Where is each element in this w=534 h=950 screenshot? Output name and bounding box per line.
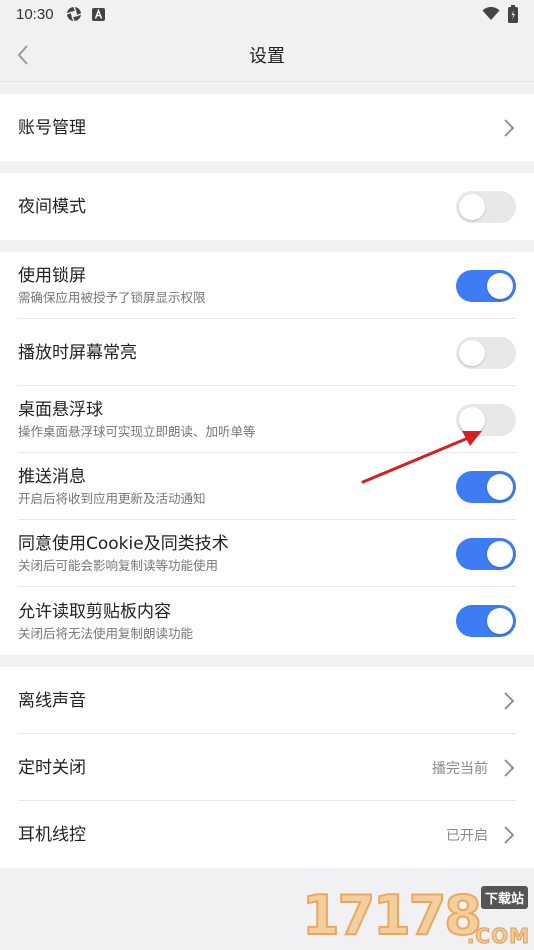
cookie-consent-row: 同意使用Cookie及同类技术 关闭后可能会影响复制读等功能使用	[0, 520, 534, 587]
playback-settings-group: 使用锁屏 需确保应用被授予了锁屏显示权限 播放时屏幕常亮 桌面悬浮球 操作桌面悬…	[0, 252, 534, 655]
aperture-icon	[66, 6, 81, 22]
row-description: 操作桌面悬浮球可实现立即朗读、加听单等	[18, 424, 256, 439]
night-mode-row: 夜间模式	[0, 173, 534, 240]
row-label: 同意使用Cookie及同类技术	[18, 534, 229, 554]
status-bar: 10:30	[0, 0, 534, 28]
toggle-knob	[459, 339, 485, 366]
row-label: 定时关闭	[18, 757, 86, 778]
row-label: 推送消息	[18, 467, 86, 487]
night-mode-toggle[interactable]	[456, 190, 516, 223]
back-arrow-icon[interactable]	[12, 42, 36, 68]
site-watermark: 17178 下载站 .COM	[301, 883, 530, 949]
cookie-consent-toggle[interactable]	[456, 537, 516, 570]
toggle-knob	[459, 406, 485, 433]
row-description: 需确保应用被授予了锁屏显示权限	[18, 290, 206, 305]
battery-icon	[508, 5, 518, 23]
sleep-timer-value: 播完当前	[432, 760, 488, 777]
toggle-knob	[487, 540, 513, 567]
account-management-row[interactable]: 账号管理	[0, 94, 534, 161]
night-mode-group: 夜间模式	[0, 173, 534, 240]
row-description: 关闭后将无法使用复制朗读功能	[18, 625, 194, 641]
row-label: 账号管理	[18, 117, 86, 138]
status-time: 10:30	[16, 5, 54, 23]
chevron-right-icon	[504, 118, 515, 137]
chevron-right-icon	[504, 691, 515, 710]
row-label: 离线声音	[18, 690, 86, 711]
push-notifications-row: 推送消息 开启后将收到应用更新及活动通知	[0, 453, 534, 520]
headset-control-row[interactable]: 耳机线控 已开启	[0, 801, 534, 868]
toggle-knob	[487, 608, 513, 634]
account-group: 账号管理	[0, 94, 534, 161]
clipboard-access-toggle[interactable]	[456, 605, 516, 637]
toggle-knob	[487, 473, 513, 500]
row-description: 关闭后可能会影响复制读等功能使用	[18, 558, 219, 573]
screen-always-on-row: 播放时屏幕常亮	[0, 319, 534, 386]
floating-ball-row: 桌面悬浮球 操作桌面悬浮球可实现立即朗读、加听单等	[0, 386, 534, 453]
chevron-right-icon	[504, 825, 515, 844]
watermark-domain: .COM	[466, 924, 530, 949]
row-label: 使用锁屏	[18, 266, 86, 286]
sleep-timer-row[interactable]: 定时关闭 播完当前	[0, 734, 534, 801]
a-square-icon	[91, 7, 105, 21]
chevron-right-icon	[504, 758, 515, 777]
offline-voice-row[interactable]: 离线声音	[0, 667, 534, 734]
toggle-knob	[459, 193, 485, 220]
wifi-icon	[482, 7, 500, 20]
misc-settings-group: 离线声音 定时关闭 播完当前 耳机线控 已开启	[0, 667, 534, 868]
row-label: 桌面悬浮球	[18, 400, 103, 420]
watermark-number: 17178	[301, 883, 483, 948]
clipboard-access-row: 允许读取剪贴板内容 关闭后将无法使用复制朗读功能	[0, 587, 534, 655]
toggle-knob	[487, 272, 513, 299]
headset-control-value: 已开启	[446, 827, 488, 844]
row-description: 开启后将收到应用更新及活动通知	[18, 491, 206, 506]
watermark-badge: 下载站	[480, 886, 528, 909]
screen-always-on-toggle[interactable]	[456, 336, 516, 369]
row-label: 播放时屏幕常亮	[18, 342, 137, 363]
row-label: 允许读取剪贴板内容	[18, 601, 171, 622]
floating-ball-toggle[interactable]	[456, 403, 516, 436]
title-bar: 设置	[0, 28, 534, 82]
row-label: 夜间模式	[18, 196, 86, 217]
push-notifications-toggle[interactable]	[456, 470, 516, 503]
row-label: 耳机线控	[18, 824, 86, 845]
lock-screen-row: 使用锁屏 需确保应用被授予了锁屏显示权限	[0, 252, 534, 319]
lock-screen-toggle[interactable]	[456, 269, 516, 302]
page-title: 设置	[249, 45, 285, 67]
